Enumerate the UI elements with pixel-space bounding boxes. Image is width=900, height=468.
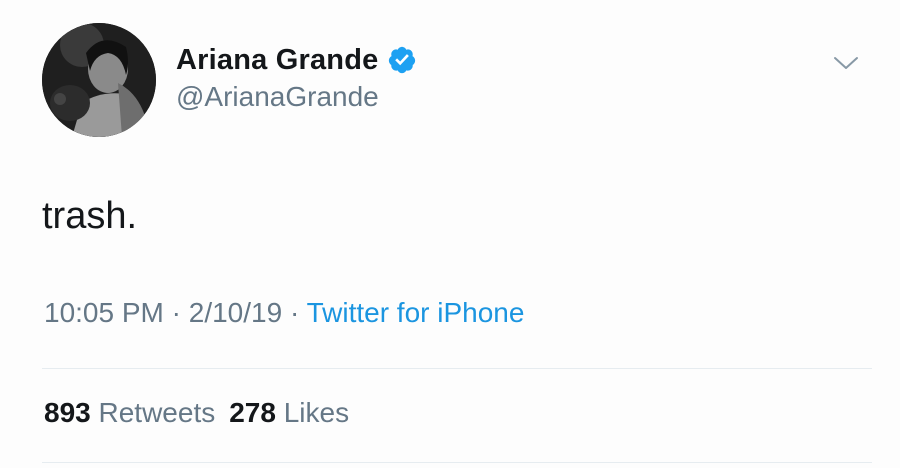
likes-stat[interactable]: 278 Likes bbox=[229, 397, 349, 428]
avatar-image bbox=[42, 23, 156, 137]
author-display-name[interactable]: Ariana Grande bbox=[176, 44, 378, 77]
chevron-down-icon[interactable] bbox=[832, 52, 860, 74]
tweet-card: Ariana Grande @ArianaGrande trash. 10:05… bbox=[0, 0, 900, 468]
divider bbox=[42, 462, 872, 463]
likes-label: Likes bbox=[283, 397, 350, 428]
tweet-stats: 893 Retweets 278 Likes bbox=[44, 397, 363, 429]
author-handle[interactable]: @ArianaGrande bbox=[176, 81, 379, 113]
retweets-count: 893 bbox=[44, 397, 91, 428]
tweet-text: trash. bbox=[42, 195, 138, 237]
author-name-row[interactable]: Ariana Grande bbox=[176, 40, 417, 80]
retweets-stat[interactable]: 893 Retweets bbox=[44, 397, 215, 428]
meta-separator: · bbox=[282, 297, 307, 328]
tweet-source-link[interactable]: Twitter for iPhone bbox=[307, 297, 525, 328]
verified-badge-icon bbox=[387, 45, 417, 75]
likes-count: 278 bbox=[229, 397, 276, 428]
avatar[interactable] bbox=[42, 23, 156, 137]
divider bbox=[42, 368, 872, 369]
retweets-label: Retweets bbox=[98, 397, 216, 428]
meta-separator: · bbox=[163, 297, 189, 328]
tweet-time[interactable]: 10:05 PM bbox=[44, 297, 164, 328]
tweet-date[interactable]: 2/10/19 bbox=[189, 297, 282, 328]
tweet-metadata: 10:05 PM · 2/10/19 · Twitter for iPhone bbox=[44, 297, 524, 329]
